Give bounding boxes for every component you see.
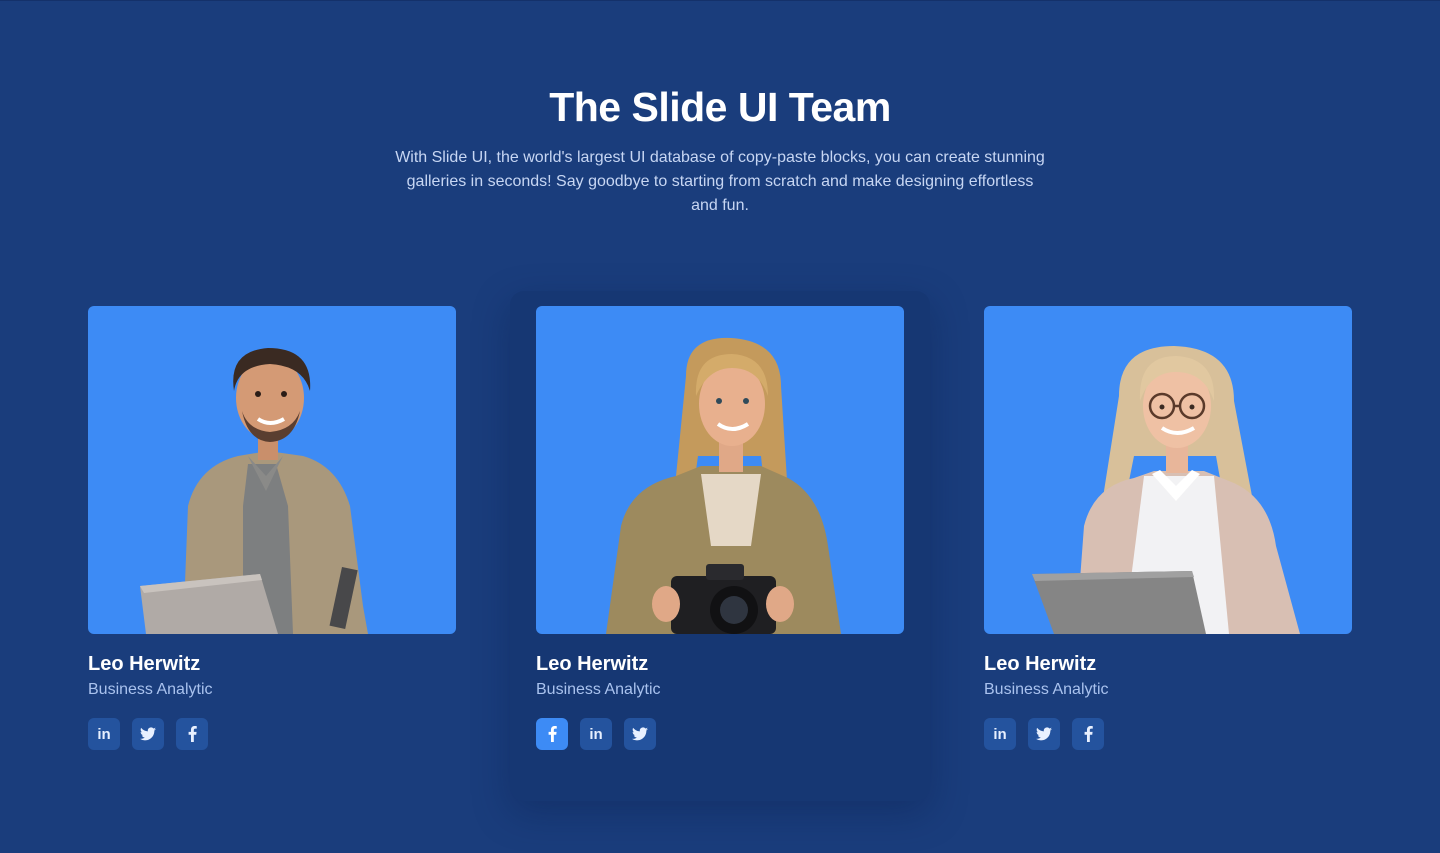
member-name: Leo Herwitz [984, 653, 1097, 675]
facebook-icon[interactable] [176, 718, 208, 750]
member-role: Business Analytic [536, 681, 661, 698]
section-description: With Slide UI, the world's largest UI da… [395, 149, 1045, 214]
member-name: Leo Herwitz [88, 653, 201, 675]
member-photo [88, 306, 456, 634]
member-name: Leo Herwitz [536, 653, 649, 675]
member-photo [536, 306, 904, 634]
team-card: Leo Herwitz Business Analytic in [88, 306, 456, 750]
social-links: in [536, 718, 656, 750]
twitter-icon[interactable] [624, 718, 656, 750]
team-section: The Slide UI Team With Slide UI, the wor… [0, 0, 1440, 853]
linkedin-icon[interactable]: in [984, 718, 1016, 750]
member-photo [984, 306, 1352, 634]
linkedin-icon[interactable]: in [88, 718, 120, 750]
twitter-icon[interactable] [1028, 718, 1060, 750]
team-card: Leo Herwitz Business Analytic in [984, 306, 1352, 750]
facebook-icon[interactable] [1072, 718, 1104, 750]
social-links: in [984, 718, 1104, 750]
twitter-icon[interactable] [132, 718, 164, 750]
section-title: The Slide UI Team [549, 84, 891, 130]
facebook-icon[interactable] [536, 718, 568, 750]
linkedin-icon[interactable]: in [580, 718, 612, 750]
social-links: in [88, 718, 208, 750]
team-cards: Leo Herwitz Business Analytic in Leo Her… [88, 291, 1352, 801]
team-card: Leo Herwitz Business Analytic in [536, 306, 904, 750]
member-role: Business Analytic [88, 681, 213, 698]
member-role: Business Analytic [984, 681, 1109, 698]
